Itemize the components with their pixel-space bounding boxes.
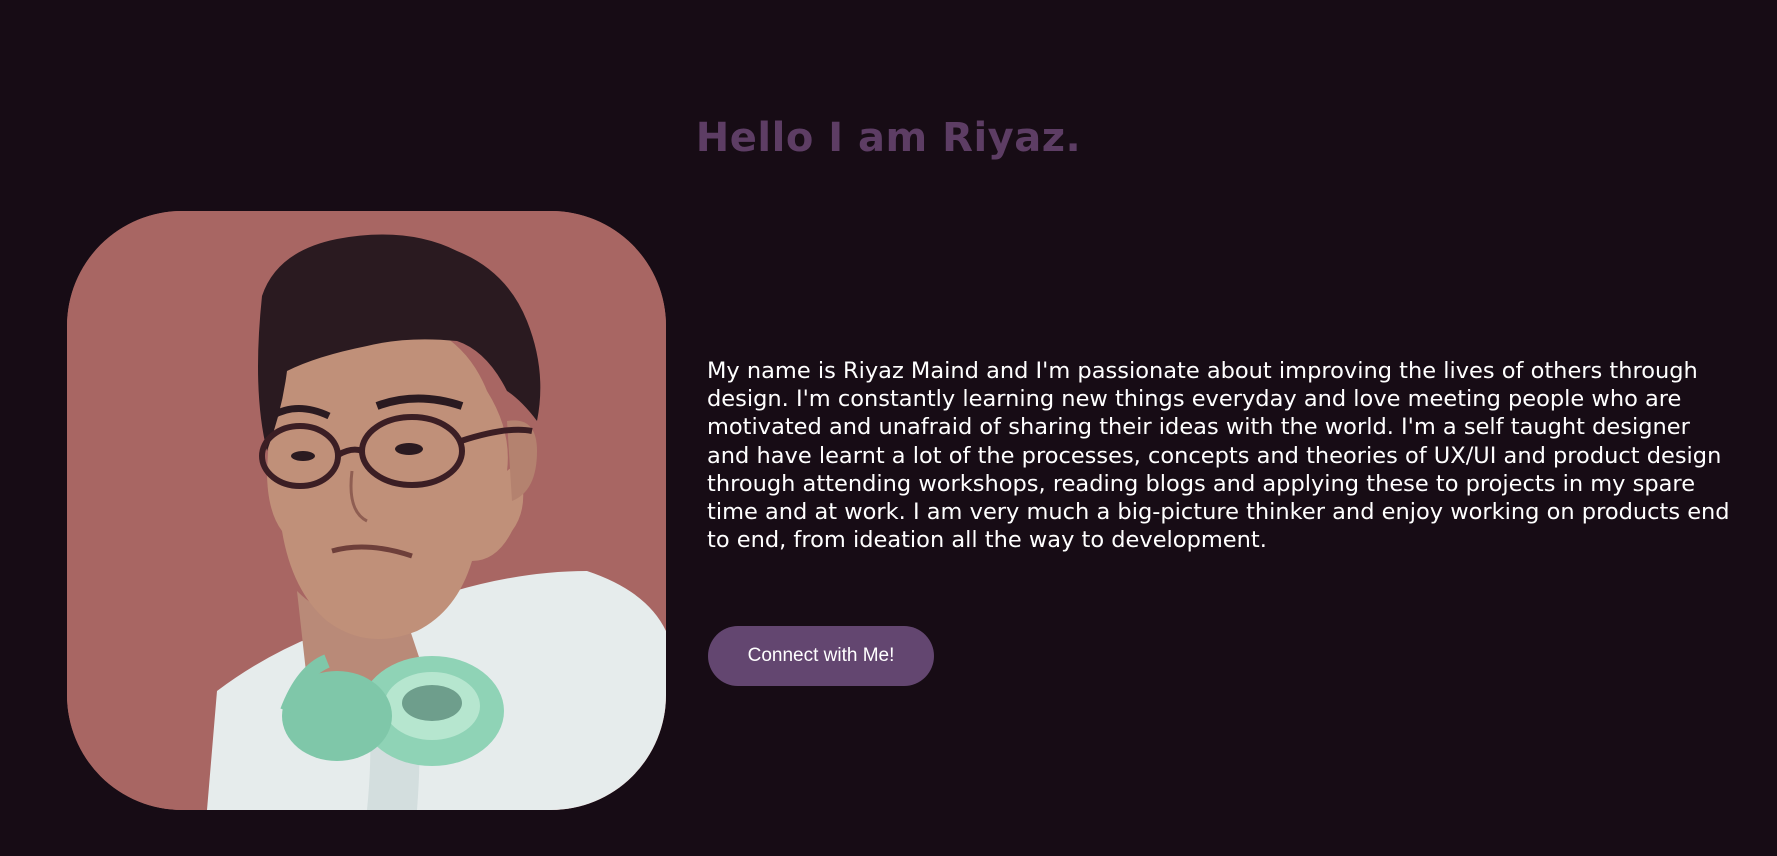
connect-button[interactable]: Connect with Me!	[708, 626, 934, 686]
bio-text: My name is Riyaz Maind and I'm passionat…	[707, 358, 1730, 554]
profile-photo	[67, 211, 666, 810]
page-title: Hello I am Riyaz.	[695, 115, 1082, 161]
